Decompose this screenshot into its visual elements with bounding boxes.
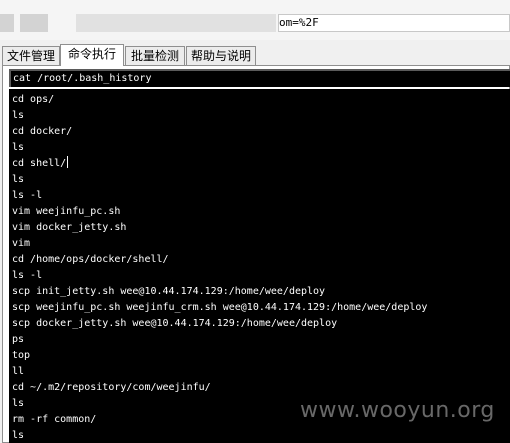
- output-line: ls: [12, 430, 25, 441]
- output-line: vim docker_jetty.sh: [12, 222, 127, 233]
- output-line: ls -l: [12, 270, 43, 281]
- command-output[interactable]: cd ops/ ls cd docker/ ls cd shell/ ls ls…: [9, 89, 510, 443]
- output-line: cd /home/ops/docker/shell/: [12, 254, 169, 265]
- output-line: vim weejinfu_pc.sh: [12, 206, 121, 217]
- command-input[interactable]: cat /root/.bash_history: [9, 69, 510, 87]
- redacted-block: [0, 14, 14, 32]
- tab-help[interactable]: 帮助与说明: [186, 46, 256, 65]
- url-text: om=%2F: [279, 16, 319, 29]
- output-line: cd ~/.m2/repository/com/weejinfu/: [12, 382, 211, 393]
- output-line: scp docker_jetty.sh wee@10.44.174.129:/h…: [12, 318, 338, 329]
- output-line: ls: [12, 174, 25, 185]
- url-field[interactable]: om=%2F: [278, 14, 510, 32]
- output-line: scp weejinfu_pc.sh weejinfu_crm.sh wee@1…: [12, 302, 428, 313]
- text-caret: [67, 156, 69, 168]
- output-line: ls: [12, 398, 25, 409]
- tab-batch-check[interactable]: 批量检测: [125, 46, 185, 65]
- output-line: top: [12, 350, 31, 361]
- output-line: cd shell/: [12, 158, 67, 169]
- redacted-block: [20, 14, 48, 32]
- output-line: cd ops/: [12, 94, 55, 105]
- address-bar: om=%2F: [0, 0, 510, 40]
- tab-file-manager[interactable]: 文件管理: [2, 46, 60, 65]
- redacted-block: [76, 14, 276, 32]
- output-line: ls -l: [12, 190, 43, 201]
- output-line: ps: [12, 334, 25, 345]
- output-line: ll: [12, 366, 25, 377]
- output-line: cd docker/: [12, 126, 73, 137]
- watermark: www.wooyun.org: [300, 398, 495, 423]
- output-line: vim: [12, 238, 31, 249]
- output-line: ls: [12, 142, 25, 153]
- output-line: scp init_jetty.sh wee@10.44.174.129:/hom…: [12, 286, 326, 297]
- output-line: ls: [12, 110, 25, 121]
- output-line: rm -rf common/: [12, 414, 97, 425]
- output-line-with-caret: cd shell/: [12, 156, 69, 172]
- tab-command-exec[interactable]: 命令执行: [60, 44, 124, 66]
